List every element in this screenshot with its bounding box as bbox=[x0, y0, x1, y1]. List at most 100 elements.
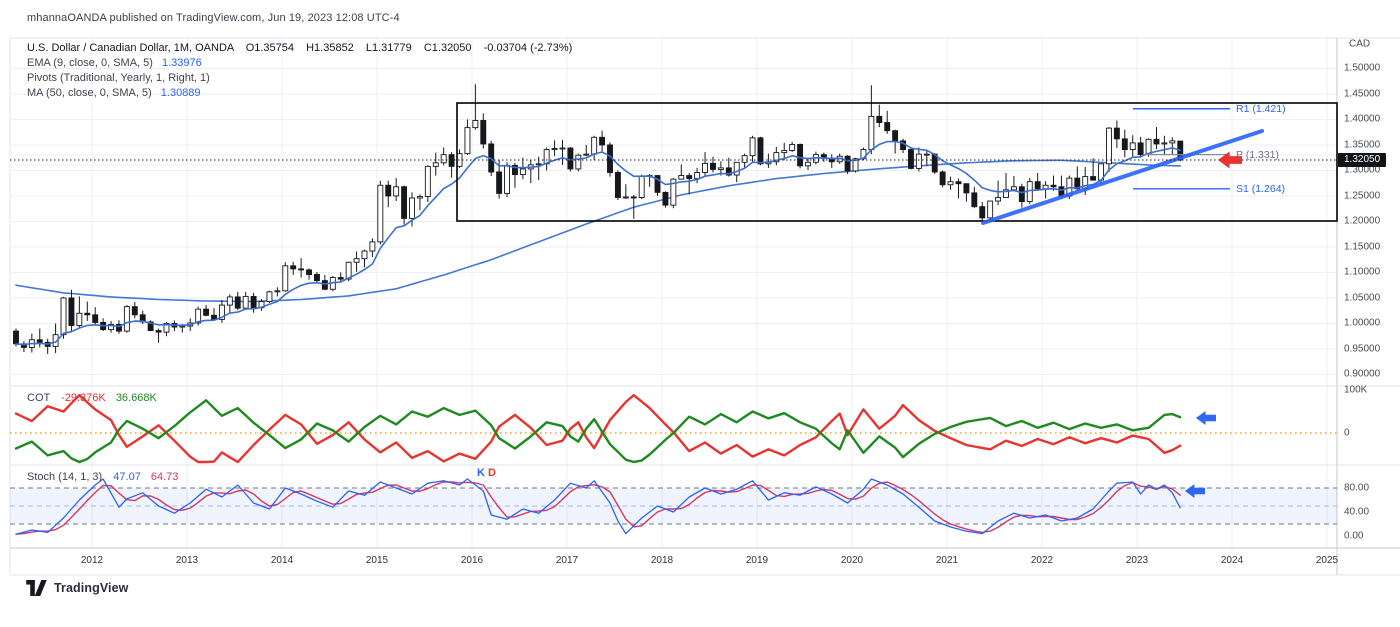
candle-body[interactable] bbox=[362, 251, 367, 259]
candle-body[interactable] bbox=[663, 192, 668, 205]
candle-body[interactable] bbox=[1011, 187, 1016, 190]
candle-body[interactable] bbox=[1043, 185, 1048, 189]
candle-body[interactable] bbox=[924, 154, 929, 155]
candle-body[interactable] bbox=[481, 120, 486, 143]
candle-body[interactable] bbox=[679, 176, 684, 180]
candle-body[interactable] bbox=[806, 162, 811, 166]
candle-body[interactable] bbox=[520, 169, 525, 175]
ma-legend-row[interactable]: MA (50, close, 0, SMA, 5) 1.30889 bbox=[27, 87, 201, 99]
candle-body[interactable] bbox=[243, 296, 248, 308]
candle-body[interactable] bbox=[85, 313, 90, 315]
candle-body[interactable] bbox=[1091, 177, 1096, 181]
candle-body[interactable] bbox=[623, 197, 628, 198]
cot-green-line[interactable] bbox=[16, 400, 1180, 462]
candle-body[interactable] bbox=[948, 182, 953, 185]
candle-body[interactable] bbox=[299, 269, 304, 270]
candle-body[interactable] bbox=[386, 185, 391, 196]
candle-body[interactable] bbox=[338, 278, 343, 280]
candle-body[interactable] bbox=[497, 172, 502, 193]
candle-body[interactable] bbox=[156, 331, 161, 333]
candle-body[interactable] bbox=[1051, 185, 1056, 187]
ema9-line[interactable] bbox=[16, 142, 1180, 345]
candle-body[interactable] bbox=[940, 172, 945, 185]
candle-body[interactable] bbox=[687, 176, 692, 179]
stoch-legend-row[interactable]: Stoch (14, 1, 3) 47.07 64.73 bbox=[27, 471, 178, 483]
candle-body[interactable] bbox=[37, 340, 42, 343]
candle-body[interactable] bbox=[703, 163, 708, 172]
candle-body[interactable] bbox=[417, 196, 422, 198]
candle-body[interactable] bbox=[227, 297, 232, 305]
cot-red-line[interactable] bbox=[16, 395, 1180, 462]
candle-body[interactable] bbox=[734, 162, 739, 175]
candle-body[interactable] bbox=[370, 242, 375, 251]
candle-body[interactable] bbox=[465, 128, 470, 154]
candle-body[interactable] bbox=[1106, 128, 1111, 164]
candle-body[interactable] bbox=[132, 307, 137, 315]
candle-body[interactable] bbox=[972, 193, 977, 207]
candle-body[interactable] bbox=[291, 266, 296, 269]
candle-body[interactable] bbox=[639, 176, 644, 197]
pivots-legend-row[interactable]: Pivots (Traditional, Yearly, 1, Right, 1… bbox=[27, 72, 210, 84]
candle-body[interactable] bbox=[410, 198, 415, 218]
candle-body[interactable] bbox=[1154, 139, 1159, 144]
candle-body[interactable] bbox=[69, 298, 74, 326]
highlight-box[interactable] bbox=[457, 103, 1337, 221]
candle-body[interactable] bbox=[425, 166, 430, 196]
candle-body[interactable] bbox=[869, 116, 874, 149]
candle-body[interactable] bbox=[378, 185, 383, 242]
candle-body[interactable] bbox=[742, 156, 747, 163]
candle-body[interactable] bbox=[267, 292, 272, 302]
candle-body[interactable] bbox=[314, 274, 319, 280]
candle-body[interactable] bbox=[307, 270, 312, 275]
candle-body[interactable] bbox=[14, 331, 19, 344]
candle-body[interactable] bbox=[988, 201, 993, 218]
candle-body[interactable] bbox=[885, 123, 890, 131]
candle-body[interactable] bbox=[964, 184, 969, 193]
candle-body[interactable] bbox=[845, 156, 850, 171]
candle-body[interactable] bbox=[275, 291, 280, 292]
candle-body[interactable] bbox=[180, 326, 185, 327]
tradingview-watermark[interactable]: TradingView bbox=[26, 580, 129, 596]
candle-body[interactable] bbox=[433, 163, 438, 167]
candle-body[interactable] bbox=[402, 187, 407, 219]
candle-body[interactable] bbox=[283, 266, 288, 291]
candle-body[interactable] bbox=[449, 155, 454, 167]
candle-body[interactable] bbox=[93, 315, 98, 323]
candle-body[interactable] bbox=[394, 187, 399, 196]
candle-body[interactable] bbox=[893, 131, 898, 141]
candle-body[interactable] bbox=[576, 155, 581, 169]
candle-body[interactable] bbox=[505, 165, 510, 193]
symbol-legend-row[interactable]: U.S. Dollar / Canadian Dollar, 1M, OANDA… bbox=[27, 42, 572, 54]
chart-canvas[interactable] bbox=[0, 0, 1400, 627]
candle-body[interactable] bbox=[980, 207, 985, 218]
candle-body[interactable] bbox=[615, 172, 620, 197]
candle-body[interactable] bbox=[956, 182, 961, 184]
candle-body[interactable] bbox=[204, 309, 209, 315]
candle-body[interactable] bbox=[473, 120, 478, 127]
candle-body[interactable] bbox=[124, 307, 129, 331]
candle-body[interactable] bbox=[1035, 182, 1040, 189]
candle-body[interactable] bbox=[584, 154, 589, 155]
candle-body[interactable] bbox=[782, 151, 787, 153]
ema-legend-row[interactable]: EMA (9, close, 0, SMA, 5) 1.33976 bbox=[27, 57, 202, 69]
candle-body[interactable] bbox=[718, 168, 723, 170]
candle-body[interactable] bbox=[235, 297, 240, 308]
candle-body[interactable] bbox=[1019, 187, 1024, 202]
cot-legend-row[interactable]: COT -29.376K 36.668K bbox=[27, 392, 157, 404]
candle-body[interactable] bbox=[877, 116, 882, 122]
candle-body[interactable] bbox=[710, 163, 715, 169]
candle-body[interactable] bbox=[592, 137, 597, 154]
candle-body[interactable] bbox=[798, 144, 803, 165]
candle-body[interactable] bbox=[77, 313, 82, 325]
candle-body[interactable] bbox=[322, 281, 327, 290]
candle-body[interactable] bbox=[441, 155, 446, 163]
candle-body[interactable] bbox=[790, 144, 795, 150]
candle-body[interactable] bbox=[996, 197, 1001, 201]
candle-body[interactable] bbox=[600, 137, 605, 145]
candle-body[interactable] bbox=[568, 148, 573, 169]
candle-body[interactable] bbox=[1170, 141, 1175, 143]
candle-body[interactable] bbox=[1122, 139, 1127, 150]
candle-body[interactable] bbox=[1114, 128, 1119, 139]
candle-body[interactable] bbox=[750, 138, 755, 156]
candle-body[interactable] bbox=[1162, 143, 1167, 144]
